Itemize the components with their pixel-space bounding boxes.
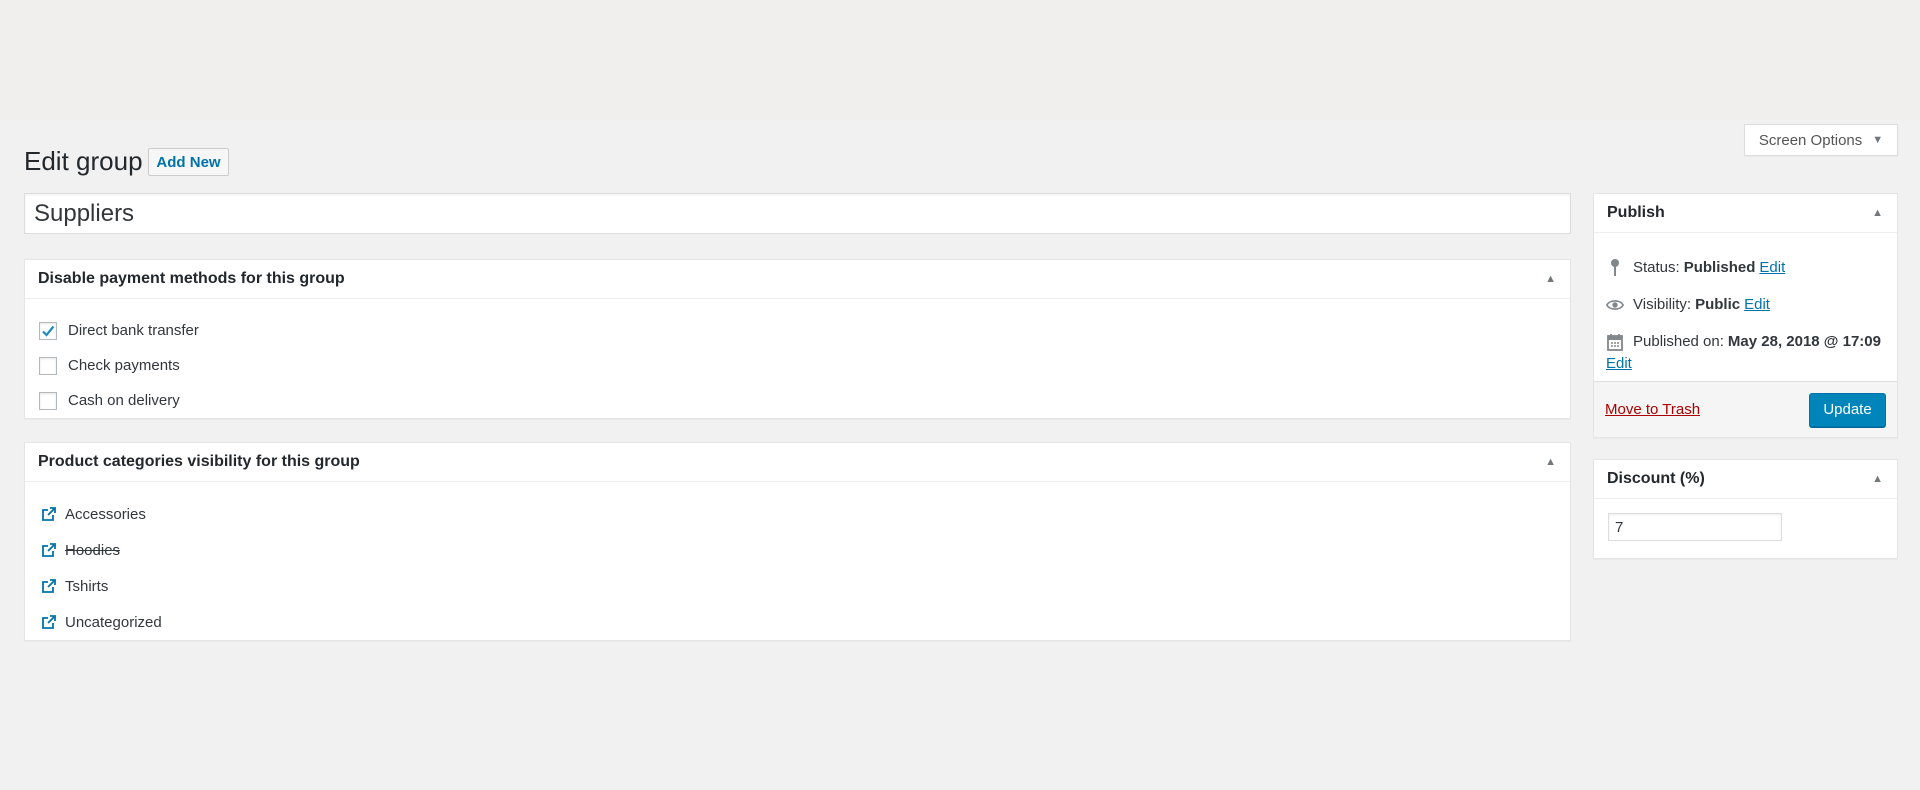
page-title: Edit group: [24, 146, 143, 176]
discount-header[interactable]: Discount (%) ▲: [1594, 460, 1897, 499]
category-label: Uncategorized: [65, 613, 162, 631]
discount-title: Discount (%): [1607, 470, 1705, 487]
payment-methods-list: Direct bank transfer Check payments Cash…: [25, 299, 1570, 418]
product-categories-list: Accessories Hoodies Tshirts Uncategorize…: [25, 482, 1570, 640]
product-categories-title: Product categories visibility for this g…: [38, 453, 360, 470]
top-band: [0, 0, 1920, 120]
publish-box: Publish ▲ Status: Published Edit Visibil…: [1593, 193, 1898, 438]
product-categories-header[interactable]: Product categories visibility for this g…: [25, 443, 1570, 482]
edit-date-link[interactable]: Edit: [1606, 355, 1632, 372]
visibility-label: Visibility:: [1633, 296, 1692, 313]
visibility-value: Public: [1695, 296, 1741, 313]
payment-method-label: Check payments: [68, 357, 180, 374]
payment-method-label: Cash on delivery: [68, 392, 180, 409]
caret-down-icon: ▼: [1872, 134, 1884, 146]
payment-methods-header[interactable]: Disable payment methods for this group ▲: [25, 260, 1570, 299]
publish-actions: Move to Trash Update: [1594, 381, 1897, 437]
payment-method-item: Check payments: [39, 348, 1570, 383]
category-label: Tshirts: [65, 577, 109, 595]
collapse-toggle-icon[interactable]: ▲: [1545, 273, 1556, 285]
pin-icon: [1606, 258, 1624, 278]
update-button[interactable]: Update: [1809, 392, 1886, 427]
direct-bank-transfer-checkbox[interactable]: [39, 321, 57, 340]
checkmark-icon: [42, 325, 55, 337]
title-input[interactable]: Suppliers: [24, 193, 1571, 234]
published-on-row: Published on: May 28, 2018 @ 17:09: [1606, 323, 1885, 360]
published-on-label: Published on:: [1633, 333, 1724, 350]
collapse-toggle-icon[interactable]: ▲: [1545, 456, 1556, 468]
publish-title: Publish: [1607, 204, 1665, 221]
collapse-toggle-icon[interactable]: ▲: [1872, 207, 1883, 219]
screen-options-label: Screen Options: [1758, 131, 1863, 149]
status-value: Published: [1683, 259, 1756, 276]
payment-methods-title: Disable payment methods for this group: [38, 270, 345, 287]
product-categories-box: Product categories visibility for this g…: [24, 442, 1571, 641]
edit-visibility-link[interactable]: Edit: [1744, 296, 1770, 313]
discount-input[interactable]: 7: [1608, 513, 1782, 541]
payment-method-item: Direct bank transfer: [39, 313, 1570, 348]
external-link-icon: [41, 614, 57, 630]
payment-methods-box: Disable payment methods for this group ▲…: [24, 259, 1571, 419]
category-item-tshirts[interactable]: Tshirts: [41, 568, 1570, 604]
screen-options-button[interactable]: Screen Options ▼: [1744, 124, 1898, 156]
discount-body: 7: [1594, 499, 1897, 541]
move-to-trash-link[interactable]: Move to Trash: [1605, 401, 1700, 418]
add-new-button[interactable]: Add New: [148, 148, 229, 176]
external-link-icon: [41, 578, 57, 594]
external-link-icon: [41, 542, 57, 558]
category-item-accessories[interactable]: Accessories: [41, 496, 1570, 532]
discount-box: Discount (%) ▲ 7: [1593, 459, 1898, 559]
category-item-uncategorized[interactable]: Uncategorized: [41, 604, 1570, 640]
published-on-value: May 28, 2018 @ 17:09: [1727, 333, 1881, 350]
external-link-icon: [41, 506, 57, 522]
status-label: Status:: [1633, 259, 1680, 276]
payment-method-item: Cash on delivery: [39, 383, 1570, 418]
calendar-icon: [1606, 332, 1624, 352]
category-item-hoodies[interactable]: Hoodies: [41, 532, 1570, 568]
payment-method-label: Direct bank transfer: [68, 322, 199, 339]
check-payments-checkbox[interactable]: [39, 356, 57, 375]
category-label: Hoodies: [65, 541, 121, 559]
collapse-toggle-icon[interactable]: ▲: [1872, 473, 1883, 485]
publish-body: Status: Published Edit Visibility: Publi…: [1594, 233, 1897, 380]
cash-on-delivery-checkbox[interactable]: [39, 391, 57, 410]
status-row: Status: Published Edit: [1606, 249, 1885, 286]
visibility-row: Visibility: Public Edit: [1606, 286, 1885, 323]
eye-icon: [1606, 295, 1624, 315]
publish-header[interactable]: Publish ▲: [1594, 194, 1897, 233]
edit-status-link[interactable]: Edit: [1759, 259, 1785, 276]
category-label: Accessories: [65, 505, 146, 523]
